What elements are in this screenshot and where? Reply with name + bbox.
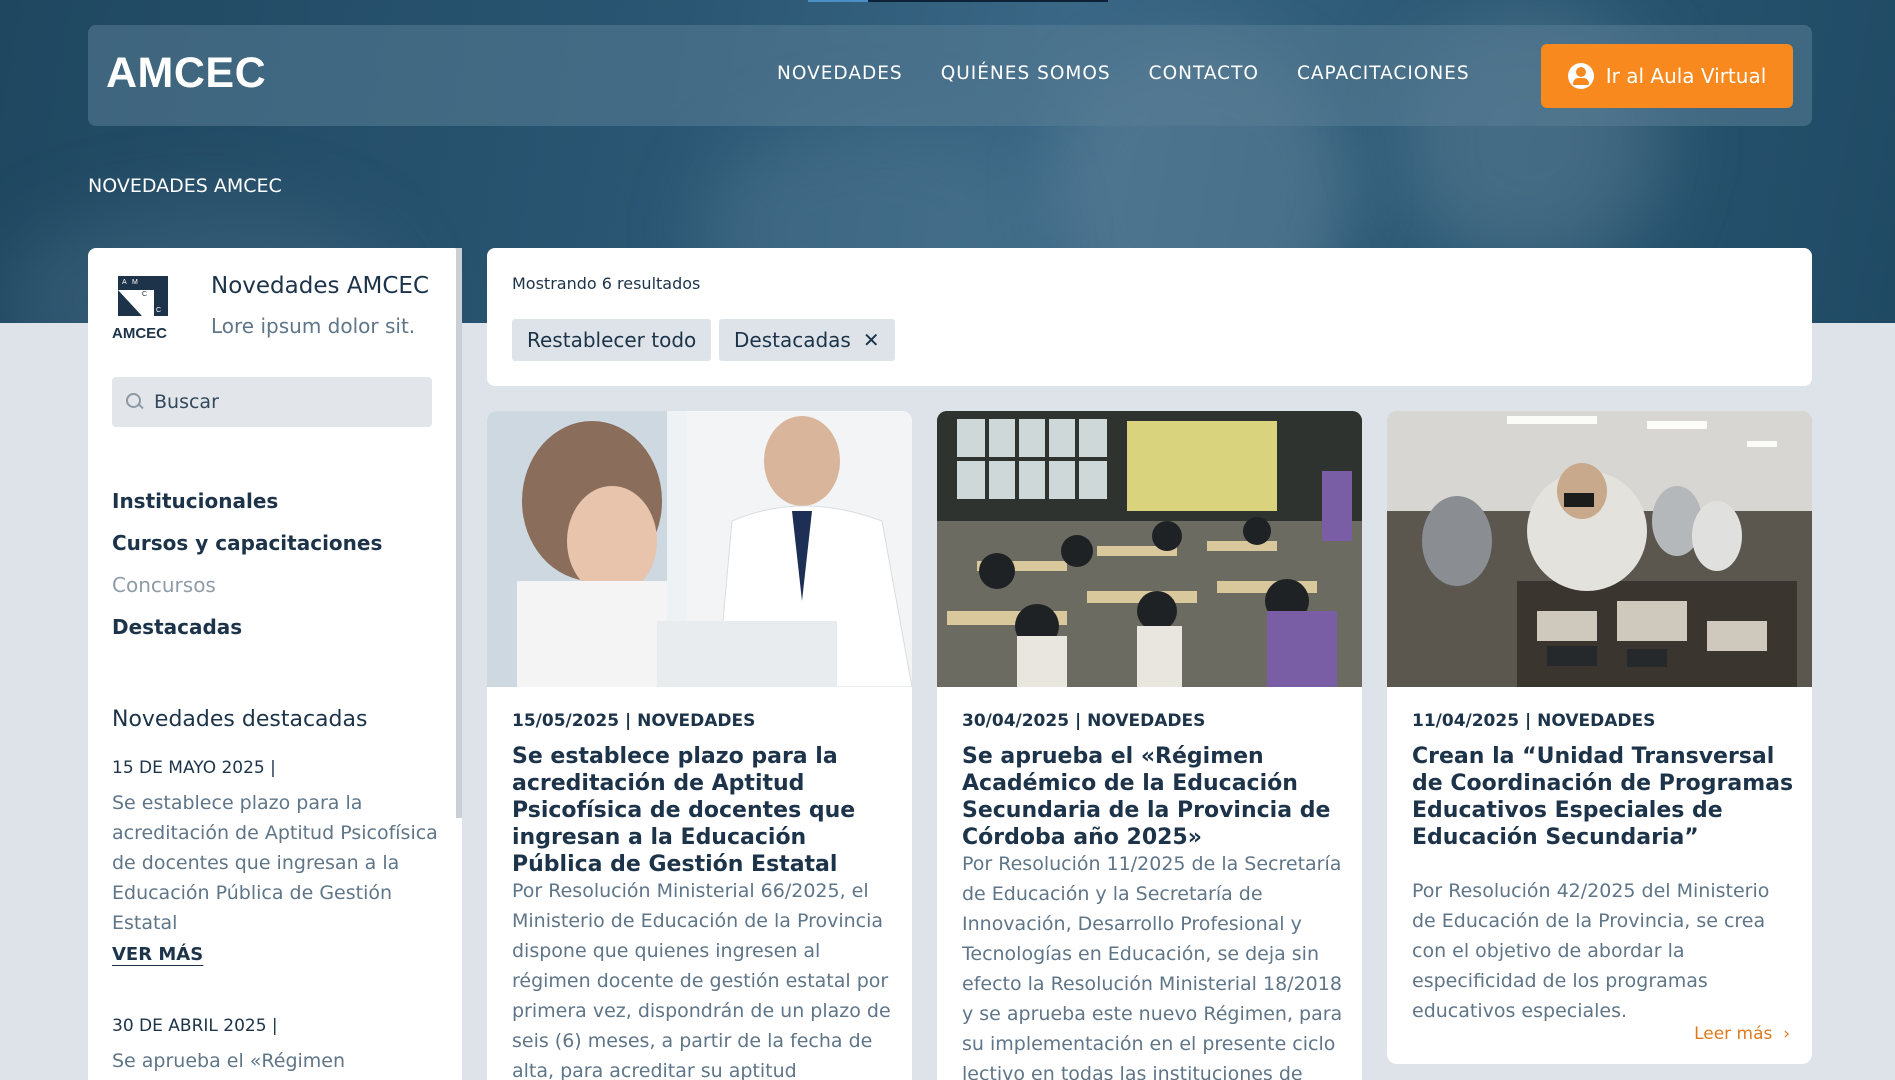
news-card-title[interactable]: Se establece plazo para la acreditación …	[512, 743, 897, 878]
news-card-meta: 11/04/2025 | NOVEDADES	[1412, 711, 1656, 731]
featured-date: 15 DE MAYO 2025 |	[112, 758, 276, 778]
news-card-meta: 15/05/2025 | NOVEDADES	[512, 711, 756, 731]
news-card-excerpt: Por Resolución 11/2025 de la Secretaría …	[962, 853, 1343, 1080]
news-card[interactable]: 15/05/2025 | NOVEDADES Se establece plaz…	[487, 411, 912, 1080]
nav-contacto[interactable]: CONTACTO	[1149, 63, 1259, 84]
news-card[interactable]: 30/04/2025 | NOVEDADES Se aprueba el «Ré…	[937, 411, 1362, 1080]
sidebar: A M C E C AMCEC Novedades AMCEC Lore ips…	[88, 248, 462, 1080]
svg-text:C: C	[156, 307, 161, 314]
site-logo[interactable]: AMCEC	[106, 49, 266, 98]
category-concursos[interactable]: Concursos	[112, 573, 382, 615]
nav-novedades[interactable]: NOVEDADES	[777, 63, 903, 84]
search-field[interactable]	[112, 377, 432, 427]
close-icon[interactable]: ✕	[863, 328, 880, 352]
nav-capacitaciones[interactable]: CAPACITACIONES	[1297, 63, 1470, 84]
chevron-right-icon: ›	[1777, 1024, 1790, 1044]
sidebar-brand-title: Novedades AMCEC	[211, 273, 430, 299]
category-institucionales[interactable]: Institucionales	[112, 489, 382, 531]
results-panel: Mostrando 6 resultados Restablecer todo …	[487, 248, 1812, 386]
featured-date: 30 DE ABRIL 2025 |	[112, 1016, 278, 1036]
search-icon	[126, 393, 144, 411]
main-nav: NOVEDADES QUIÉNES SOMOS CONTACTO CAPACIT…	[777, 63, 1508, 84]
category-list: Institucionales Cursos y capacitaciones …	[112, 489, 382, 657]
featured-text[interactable]: Se establece plazo para la acreditación …	[112, 788, 442, 938]
aula-virtual-label: Ir al Aula Virtual	[1605, 64, 1767, 88]
svg-text:C: C	[142, 291, 147, 298]
leer-mas-link[interactable]: Leer más ›	[1694, 1024, 1790, 1044]
news-card[interactable]: 11/04/2025 | NOVEDADES Crean la “Unidad …	[1387, 411, 1812, 1064]
sidebar-brand-subtitle: Lore ipsum dolor sit.	[211, 314, 416, 338]
search-input[interactable]	[154, 391, 414, 413]
results-count: Mostrando 6 resultados	[512, 274, 701, 293]
news-card-meta: 30/04/2025 | NOVEDADES	[962, 711, 1206, 731]
svg-text:E: E	[148, 299, 153, 306]
filter-chip-destacadas[interactable]: Destacadas ✕	[719, 319, 895, 361]
news-card-title[interactable]: Crean la “Unidad Transversal de Coordina…	[1412, 743, 1797, 851]
breadcrumb: NOVEDADES AMCEC	[88, 175, 282, 197]
featured-text[interactable]: Se aprueba el «Régimen Académico	[112, 1046, 442, 1080]
user-icon	[1567, 63, 1594, 89]
ver-mas-link[interactable]: VER MÁS	[112, 944, 203, 965]
svg-text:M: M	[132, 279, 138, 286]
aula-virtual-button[interactable]: Ir al Aula Virtual	[1541, 44, 1793, 108]
amcec-logo-mark: A M C E C AMCEC	[112, 276, 168, 342]
svg-text:AMCEC: AMCEC	[112, 325, 167, 342]
filter-chip-label: Destacadas	[734, 328, 851, 352]
news-card-image[interactable]	[937, 411, 1362, 687]
category-destacadas[interactable]: Destacadas	[112, 615, 382, 657]
featured-item: 15 DE MAYO 2025 | Se establece plazo par…	[112, 758, 442, 965]
site-header: AMCEC NOVEDADES QUIÉNES SOMOS CONTACTO C…	[88, 25, 1812, 126]
news-card-excerpt: Por Resolución 42/2025 del Ministerio de…	[1412, 880, 1770, 1022]
news-card-title[interactable]: Se aprueba el «Régimen Académico de la E…	[962, 743, 1347, 851]
reset-filters-button[interactable]: Restablecer todo	[512, 319, 712, 361]
news-card-image[interactable]	[1387, 411, 1812, 687]
reset-filters-label: Restablecer todo	[527, 328, 697, 352]
svg-text:A: A	[122, 279, 127, 286]
news-card-excerpt: Por Resolución Ministerial 66/2025, el M…	[512, 880, 891, 1080]
featured-heading: Novedades destacadas	[112, 707, 368, 732]
nav-quienes-somos[interactable]: QUIÉNES SOMOS	[941, 63, 1111, 84]
category-cursos[interactable]: Cursos y capacitaciones	[112, 531, 382, 573]
news-card-image[interactable]	[487, 411, 912, 687]
featured-item: 30 DE ABRIL 2025 | Se aprueba el «Régime…	[112, 1016, 442, 1080]
leer-mas-label: Leer más	[1694, 1024, 1773, 1044]
sidebar-scrollbar[interactable]	[456, 248, 462, 818]
